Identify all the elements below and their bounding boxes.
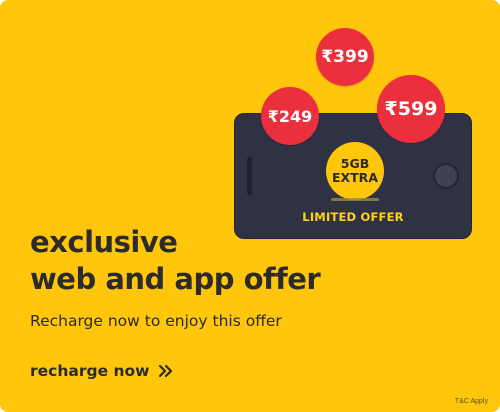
data-bonus-badge: 5GB EXTRA [326, 142, 384, 200]
badge-extra-label: EXTRA [331, 170, 378, 185]
badge-shadow [331, 198, 379, 201]
price-bubble-599: ₹599 [377, 75, 445, 143]
double-chevron-right-icon [158, 364, 174, 378]
offer-headline: exclusive web and app offer [30, 224, 321, 298]
price-bubble-249: ₹249 [261, 87, 319, 145]
badge-amount: 5GB [340, 156, 370, 171]
recharge-now-label: recharge now [30, 362, 150, 380]
phone-speaker [247, 157, 252, 195]
headline-line-1: exclusive [30, 225, 178, 259]
offer-banner[interactable]: 5GB EXTRA LIMITED OFFER ₹399 ₹249 ₹599 e… [0, 0, 500, 412]
offer-subtext: Recharge now to enjoy this offer [30, 312, 282, 330]
recharge-now-link[interactable]: recharge now [30, 362, 174, 380]
headline-line-2: web and app offer [30, 262, 321, 296]
phone-home-button [433, 163, 459, 189]
price-bubble-399: ₹399 [316, 28, 374, 86]
terms-and-conditions[interactable]: T&C Apply [455, 398, 488, 405]
limited-offer-label: LIMITED OFFER [302, 210, 404, 224]
